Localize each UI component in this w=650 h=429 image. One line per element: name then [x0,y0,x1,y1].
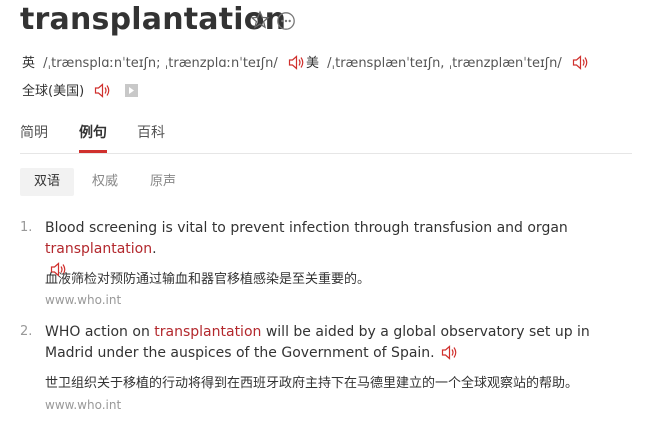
example-number: 1. [20,220,33,235]
example-number: 2. [20,324,33,339]
more-options-icon[interactable] [276,11,296,31]
pronunciation-uk: 英 /ˌtrænsplɑːnˈteɪʃn; ˌtrænzplɑːnˈteɪʃn/ [22,52,305,71]
highlighted-word: transplantation [154,324,262,340]
example-text: . [152,241,157,257]
example-chinese: 血液筛检对预防通过输血和器官移植感染是至关重要的。 [45,272,371,287]
subtab-authoritative[interactable]: 权威 [81,168,129,196]
speaker-icon[interactable] [288,55,305,70]
uk-label: 英 [22,56,36,71]
uk-phonetic: /ˌtrænsplɑːnˈteɪʃn; ˌtrænzplɑːnˈteɪʃn/ [43,56,278,71]
example-english: WHO action on transplantation will be ai… [45,322,630,364]
us-phonetic: /ˌtrænsplænˈteɪʃn, ˌtrænzplænˈteɪʃn/ [327,56,562,71]
main-tabs: 简明 例句 百科 [20,122,632,154]
example-chinese: 世卫组织关于移植的行动将得到在西班牙政府主持下在马德里建立的一个全球观察站的帮助… [45,376,579,391]
star-icon[interactable] [250,10,270,30]
example-item: 1. Blood screening is vital to prevent i… [20,218,630,310]
pronunciation-us: 美 /ˌtrænsplænˈteɪʃn, ˌtrænzplænˈteɪʃn/ [306,52,589,71]
example-source: www.who.int [45,398,122,412]
tab-encyclopedia[interactable]: 百科 [137,122,165,142]
speaker-icon[interactable] [94,83,111,98]
subtab-bilingual[interactable]: 双语 [20,168,74,196]
tab-brief[interactable]: 简明 [20,122,48,142]
play-icon[interactable] [125,84,139,97]
example-text: WHO action on [45,324,155,340]
global-label: 全球(美国) [22,84,85,99]
example-text: Blood screening is vital to prevent infe… [45,220,568,236]
subtab-original-audio[interactable]: 原声 [139,168,187,196]
highlighted-word: transplantation [45,241,153,257]
speaker-icon[interactable] [572,55,589,70]
active-tab-indicator [79,150,107,153]
word-title: transplantation [20,2,287,37]
us-label: 美 [306,56,320,71]
pronunciation-global: 全球(美国) [22,80,139,99]
example-item: 2. WHO action on transplantation will be… [20,322,630,417]
speaker-icon[interactable] [441,345,458,360]
example-source: www.who.int [45,293,122,307]
tab-examples[interactable]: 例句 [79,122,107,142]
